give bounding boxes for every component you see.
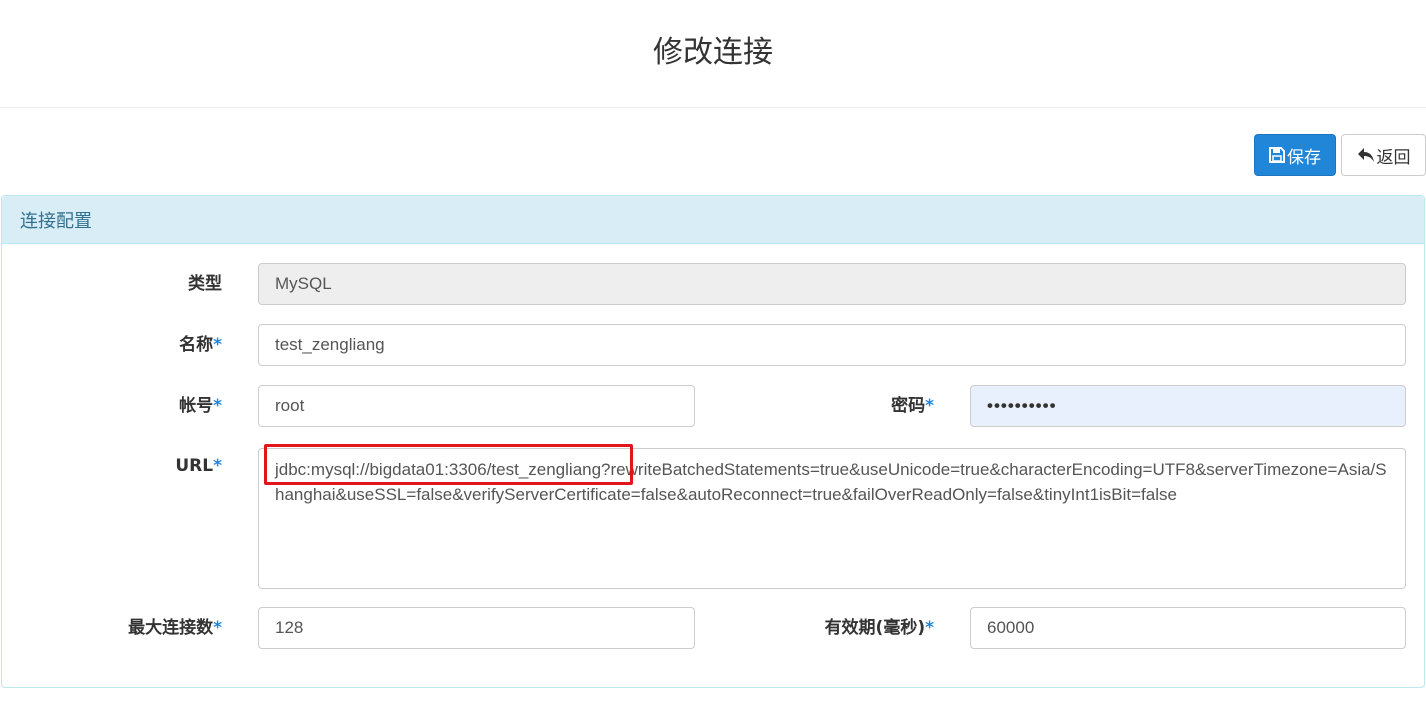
url-label: URL* <box>102 446 222 476</box>
required-mark: * <box>213 335 222 355</box>
password-label: 密码* <box>814 385 934 427</box>
validity-label-text: 有效期(毫秒) <box>824 618 926 638</box>
name-label-text: 名称 <box>179 335 214 355</box>
page-header: 修改连接 <box>0 0 1426 108</box>
required-mark: * <box>213 618 222 638</box>
panel-heading: 连接配置 <box>2 196 1424 244</box>
account-label-text: 帐号 <box>179 396 214 416</box>
name-input[interactable]: test_zengliang <box>258 324 1406 366</box>
reply-arrow-icon <box>1357 148 1374 162</box>
floppy-disk-icon <box>1269 147 1285 163</box>
validity-input[interactable]: 60000 <box>970 607 1406 649</box>
max-connections-input[interactable]: 128 <box>258 607 695 649</box>
required-mark: * <box>925 618 934 638</box>
required-mark: * <box>925 396 934 416</box>
type-field: MySQL <box>258 263 1406 305</box>
toolbar: 保存 返回 <box>1254 134 1426 176</box>
save-button[interactable]: 保存 <box>1254 134 1336 176</box>
page-title: 修改连接 <box>653 34 773 70</box>
account-input[interactable]: root <box>258 385 695 427</box>
url-label-text: URL <box>175 456 214 476</box>
max-connections-label: 最大连接数* <box>62 607 222 649</box>
back-button-label: 返回 <box>1376 147 1411 168</box>
password-label-text: 密码 <box>891 396 926 416</box>
type-label-text: 类型 <box>188 274 222 294</box>
password-input[interactable]: •••••••••• <box>970 385 1406 427</box>
validity-label: 有效期(毫秒)* <box>774 607 934 649</box>
max-connections-label-text: 最大连接数 <box>128 618 214 638</box>
connection-config-panel: 连接配置 类型 MySQL 名称* test_zengliang 帐号* roo… <box>1 195 1425 688</box>
url-textarea[interactable]: jdbc:mysql://bigdata01:3306/test_zenglia… <box>258 448 1406 589</box>
required-mark: * <box>213 456 222 476</box>
type-label: 类型 <box>102 263 222 305</box>
required-mark: * <box>213 396 222 416</box>
name-label: 名称* <box>102 324 222 366</box>
back-button[interactable]: 返回 <box>1341 134 1426 176</box>
account-label: 帐号* <box>102 385 222 427</box>
save-button-label: 保存 <box>1287 147 1321 168</box>
